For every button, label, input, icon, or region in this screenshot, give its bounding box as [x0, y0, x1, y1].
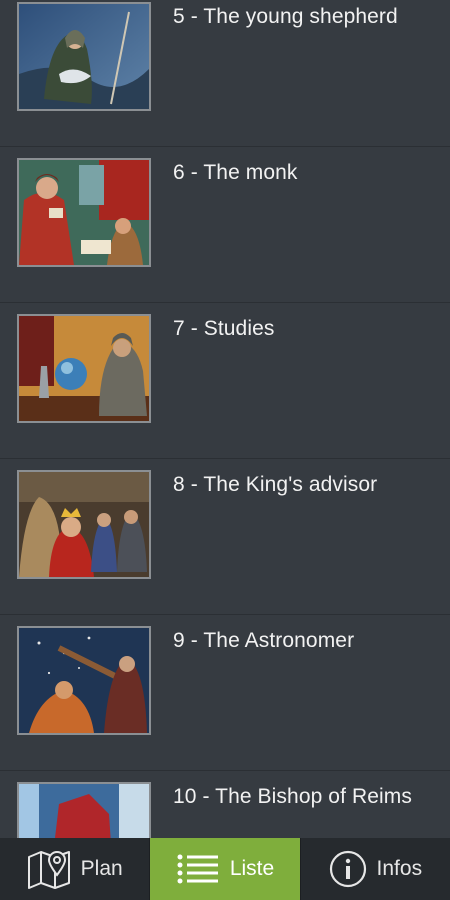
list-item[interactable]: 7 - Studies: [0, 303, 450, 459]
chapter-title: 8 - The King's advisor: [173, 473, 378, 496]
chapter-thumbnail: [17, 2, 151, 111]
chapter-list[interactable]: 5 - The young shepherd 6 - The monk 7 - …: [0, 0, 450, 838]
info-icon: [329, 850, 367, 888]
list-item[interactable]: 9 - The Astronomer: [0, 615, 450, 771]
list-icon: [176, 853, 220, 885]
list-item[interactable]: 8 - The King's advisor: [0, 459, 450, 615]
chapter-title: 5 - The young shepherd: [173, 5, 398, 28]
chapter-title: 10 - The Bishop of Reims: [173, 785, 412, 808]
tab-plan-label: Plan: [80, 857, 123, 880]
chapter-thumbnail: [17, 782, 151, 838]
chapter-thumbnail: [17, 626, 151, 735]
chapter-thumbnail: [17, 314, 151, 423]
tab-infos[interactable]: Infos: [299, 838, 450, 900]
tab-infos-label: Infos: [376, 857, 423, 880]
chapter-thumbnail: [17, 470, 151, 579]
list-item[interactable]: 10 - The Bishop of Reims: [0, 771, 450, 838]
map-pin-icon: [27, 849, 71, 889]
chapter-thumbnail: [17, 158, 151, 267]
bottom-navigation: Plan Liste Infos: [0, 838, 450, 900]
tab-liste-label: Liste: [229, 857, 275, 880]
list-item[interactable]: 5 - The young shepherd: [0, 0, 450, 147]
tab-liste[interactable]: Liste: [149, 838, 300, 900]
chapter-title: 9 - The Astronomer: [173, 629, 355, 652]
list-item[interactable]: 6 - The monk: [0, 147, 450, 303]
chapter-title: 7 - Studies: [173, 317, 275, 340]
tab-plan[interactable]: Plan: [0, 838, 149, 900]
chapter-title: 6 - The monk: [173, 161, 298, 184]
